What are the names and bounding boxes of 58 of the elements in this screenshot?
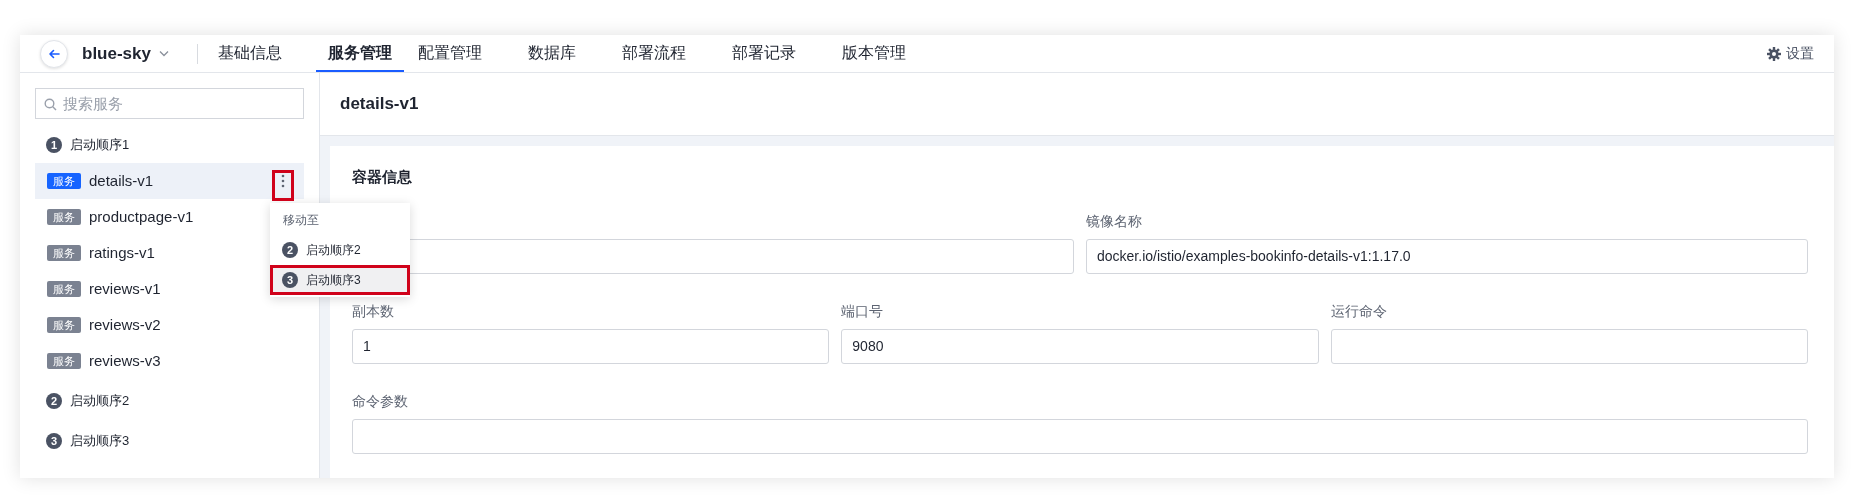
settings-button[interactable]: 设置 bbox=[1767, 43, 1814, 64]
service-item[interactable]: 服务 reviews-v1 bbox=[35, 271, 171, 307]
field-label: 命令参数 bbox=[352, 391, 409, 411]
order-number-icon: 1 bbox=[46, 137, 62, 153]
menu-item-label: 启动顺序2 bbox=[306, 242, 361, 259]
field-label: 运行命令 bbox=[1330, 301, 1388, 321]
input-field[interactable] bbox=[1330, 328, 1808, 364]
service-tag: 服务 bbox=[47, 281, 81, 297]
group-label: 启动顺序1 bbox=[70, 136, 130, 155]
menu-item[interactable]: 2 启动顺序2 bbox=[270, 235, 410, 265]
service-item[interactable]: 服务 reviews-v2 bbox=[35, 307, 171, 343]
input-field[interactable] bbox=[352, 418, 1808, 454]
service-item[interactable]: 服务 ratings-v1 bbox=[35, 235, 165, 271]
menu-item[interactable]: 3 启动顺序3 bbox=[270, 265, 410, 295]
nav-tab[interactable]: 版本管理 bbox=[842, 35, 932, 72]
service-name: ratings-v1 bbox=[89, 242, 155, 263]
nav-tab[interactable]: 服务管理 bbox=[316, 35, 404, 72]
service-tag: 服务 bbox=[47, 209, 81, 225]
nav-tab[interactable]: 部署记录 bbox=[732, 35, 822, 72]
order-number-icon: 2 bbox=[282, 242, 298, 258]
service-item[interactable]: 服务 productpage-v1 bbox=[35, 199, 204, 235]
service-name: productpage-v1 bbox=[89, 206, 194, 227]
service-tag: 服务 bbox=[47, 317, 81, 333]
service-name: reviews-v3 bbox=[89, 350, 161, 371]
service-tag: 服务 bbox=[47, 173, 81, 189]
menu-heading: 移动至 bbox=[282, 212, 320, 229]
service-tag: 服务 bbox=[47, 353, 81, 369]
field-label: 副本数 bbox=[352, 301, 395, 321]
service-item[interactable]: 服务 reviews-v3 bbox=[35, 343, 171, 379]
back-arrow-icon bbox=[48, 47, 60, 60]
nav-tab[interactable]: 基础信息 bbox=[218, 35, 308, 72]
menu-item-label: 启动顺序3 bbox=[306, 272, 361, 289]
service-tag: 服务 bbox=[47, 245, 81, 261]
input-field[interactable]: 9080 bbox=[841, 328, 1319, 364]
nav-tab[interactable]: 配置管理 bbox=[418, 35, 508, 72]
search-field[interactable]: 搜索服务 bbox=[35, 88, 304, 119]
input-field[interactable]: 1 bbox=[352, 328, 830, 364]
service-name: details-v1 bbox=[89, 170, 154, 191]
service-item[interactable]: 服务 details-v1 bbox=[35, 163, 304, 199]
gear-icon bbox=[1767, 46, 1781, 61]
nav-tab[interactable]: 部署流程 bbox=[622, 35, 712, 72]
field-label: 端口号 bbox=[841, 301, 885, 321]
order-number-icon: 3 bbox=[282, 272, 298, 288]
kebab-icon bbox=[281, 174, 285, 188]
service-name: reviews-v2 bbox=[89, 314, 161, 335]
service-name: reviews-v1 bbox=[89, 278, 161, 299]
nav-tab[interactable]: 数据库 bbox=[528, 35, 602, 72]
search-icon bbox=[44, 98, 57, 111]
section-title: 容器信息 bbox=[352, 167, 413, 187]
input-field[interactable]: docker.io/istio/examples-bookinfo-details-v1:1.17.0 bbox=[1086, 238, 1808, 274]
chevron-down-icon bbox=[159, 50, 169, 57]
back-button[interactable] bbox=[40, 39, 68, 68]
project-name[interactable]: blue-sky bbox=[82, 40, 151, 67]
group-label: 启动顺序2 bbox=[70, 392, 130, 411]
field-label: 镜像名称 bbox=[1086, 211, 1143, 231]
order-number-icon: 3 bbox=[46, 433, 62, 449]
group-label: 启动顺序3 bbox=[70, 432, 130, 451]
order-number-icon: 2 bbox=[46, 393, 62, 409]
